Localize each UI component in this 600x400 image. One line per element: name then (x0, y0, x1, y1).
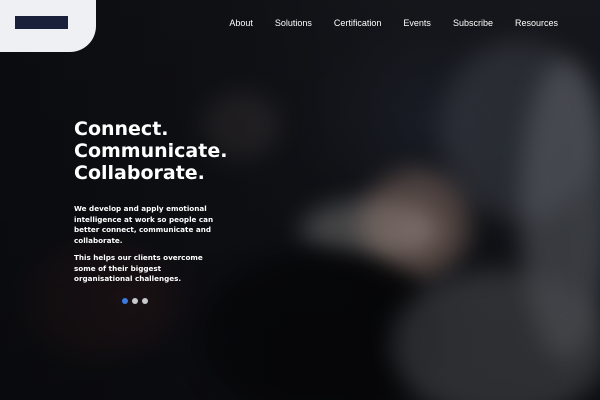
nav-solutions[interactable]: Solutions (275, 18, 312, 28)
nav-certification[interactable]: Certification (334, 18, 382, 28)
main-nav: About Solutions Certification Events Sub… (207, 18, 558, 28)
hero-paragraph-intro: We develop and apply emotional intellige… (74, 204, 214, 245)
headline-line-connect: Connect. (74, 118, 169, 140)
carousel-dot-2[interactable] (132, 298, 138, 304)
nav-about[interactable]: About (229, 18, 253, 28)
hero-paragraph-clients: This helps our clients overcome some of … (74, 253, 203, 283)
carousel-dot-3[interactable] (142, 298, 148, 304)
carousel-indicators (122, 298, 148, 304)
headline-line-collaborate: Collaborate. (74, 162, 205, 184)
hero-headline: Connect. Communicate. Collaborate. (74, 118, 227, 184)
logo-mark (15, 16, 68, 29)
hero-overlay (0, 0, 600, 400)
nav-events[interactable]: Events (403, 18, 431, 28)
logo-link[interactable] (0, 0, 96, 52)
hero-background-image (0, 0, 600, 400)
headline-line-communicate: Communicate. (74, 140, 228, 162)
carousel-dot-1[interactable] (122, 298, 128, 304)
nav-subscribe[interactable]: Subscribe (453, 18, 493, 28)
nav-resources[interactable]: Resources (515, 18, 558, 28)
